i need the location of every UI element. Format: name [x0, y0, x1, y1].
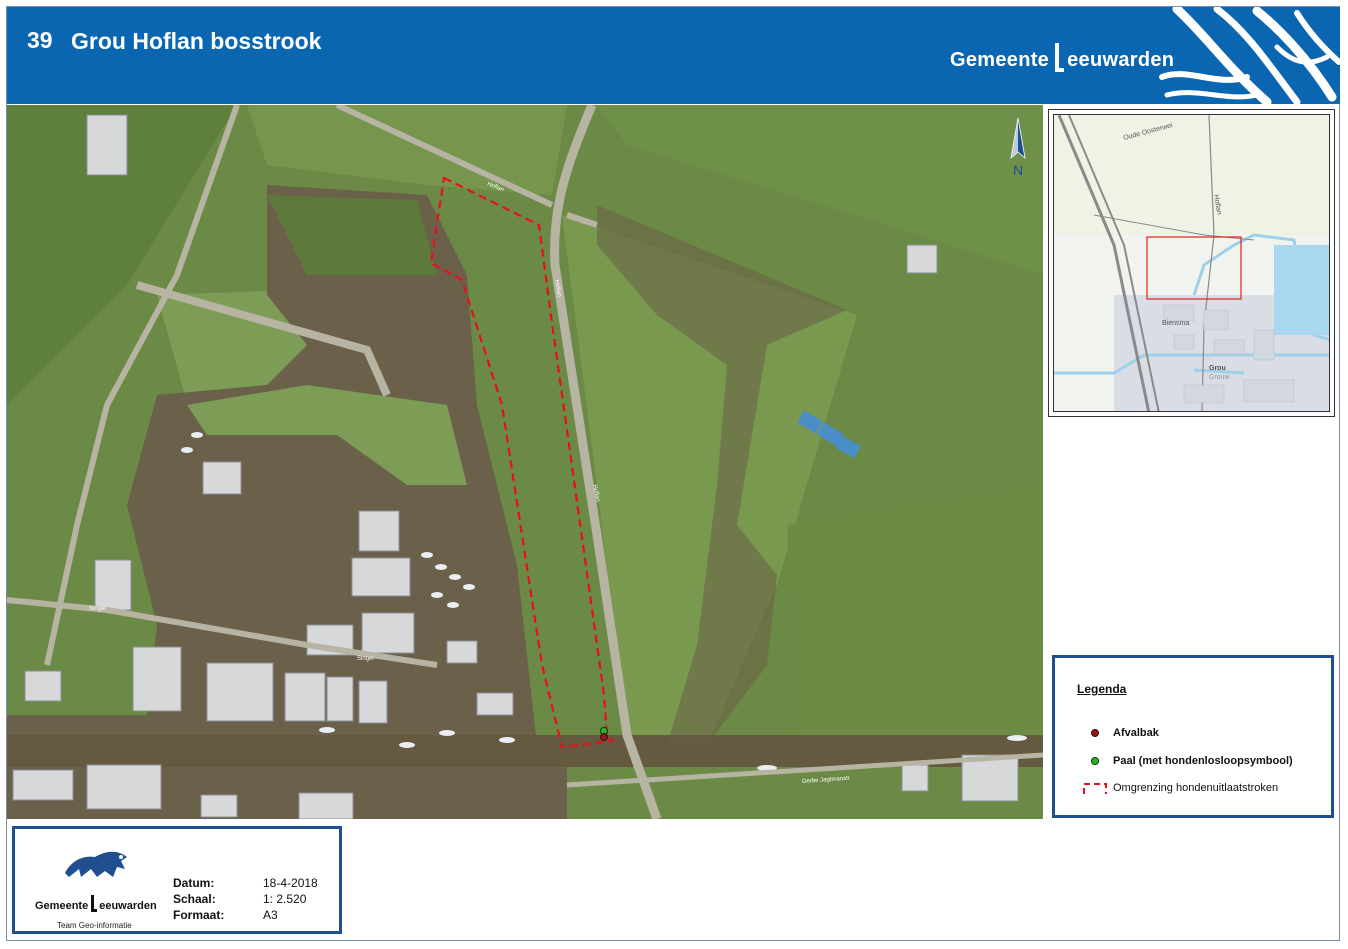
brand-prefix: Gemeente	[950, 49, 1050, 71]
brand-wave-graphic	[1159, 7, 1340, 104]
info-row-datum: Datum: 18-4-2018	[173, 876, 318, 890]
org-logo: Gemeente eeuwarden Team Geo-informatie	[31, 839, 157, 930]
org-prefix: Gemeente	[35, 900, 89, 912]
overview-map-inner: Biensma Grou Grouw Hoflan Oude Oosterwei	[1053, 114, 1330, 412]
legend-title: Legenda	[1077, 682, 1127, 696]
department-name: Team Geo-informatie	[57, 921, 132, 930]
legend-label-paal: Paal (met hondenlosloopsymbool)	[1113, 755, 1293, 767]
datum-value: 18-4-2018	[263, 876, 318, 890]
header-banner: 39 Grou Hoflan bosstrook Gemeente eeuwar…	[7, 7, 1340, 104]
schaal-value: 1: 2.520	[263, 892, 307, 906]
legend-label-boundary: Omgrenzing hondenuitlaatstroken	[1113, 782, 1279, 794]
org-l-mark	[91, 895, 98, 912]
info-row-schaal: Schaal: 1: 2.520	[173, 892, 306, 906]
org-suffix: eeuwarden	[99, 900, 157, 912]
lake	[1274, 245, 1329, 335]
org-name: Gemeente eeuwarden	[35, 895, 157, 912]
lion-emblem-icon	[65, 851, 127, 877]
legend-box: Legenda Afvalbak Paal (met hondenlosloop…	[1052, 655, 1334, 818]
dashed-boundary-icon	[1083, 783, 1107, 794]
north-label: N	[1013, 162, 1023, 176]
aerial-map[interactable]: Hoflan Hoflan Hoflan Singel Singel Gerbe…	[7, 105, 1043, 819]
inset-label-grou: Grou	[1209, 365, 1226, 372]
afvalbak-marker[interactable]	[600, 733, 608, 741]
map-title: Grou Hoflan bosstrook	[71, 28, 322, 54]
brand-logo: Gemeente eeuwarden	[950, 43, 1174, 72]
north-arrow: N	[1010, 117, 1026, 176]
schaal-label: Schaal:	[173, 892, 216, 906]
datum-label: Datum:	[173, 876, 215, 890]
legend-item-boundary: Omgrenzing hondenuitlaatstroken	[1077, 780, 1278, 796]
inset-label-grouw: Grouw	[1209, 374, 1231, 381]
legend-item-paal: Paal (met hondenlosloopsymbool)	[1077, 755, 1293, 767]
legend-item-afvalbak: Afvalbak	[1077, 727, 1159, 739]
brand-l-mark	[1055, 43, 1065, 72]
meadow-east	[787, 485, 1043, 745]
formaat-value: A3	[263, 908, 278, 922]
formaat-label: Formaat:	[173, 908, 225, 922]
legend-label-afvalbak: Afvalbak	[1113, 727, 1159, 739]
canal-south	[7, 735, 1043, 767]
inset-label-biensma: Biensma	[1162, 320, 1189, 327]
info-box: Gemeente eeuwarden Team Geo-informatie D…	[12, 826, 342, 934]
road-label-singel-2: Singel	[357, 656, 374, 662]
paal-icon	[1091, 757, 1099, 765]
road-label-singel-1: Singel	[89, 606, 106, 612]
afvalbak-icon	[1091, 729, 1099, 737]
info-row-formaat: Formaat: A3	[173, 908, 278, 922]
overview-map: Biensma Grou Grouw Hoflan Oude Oosterwei	[1048, 109, 1335, 417]
map-number: 39	[27, 27, 53, 53]
